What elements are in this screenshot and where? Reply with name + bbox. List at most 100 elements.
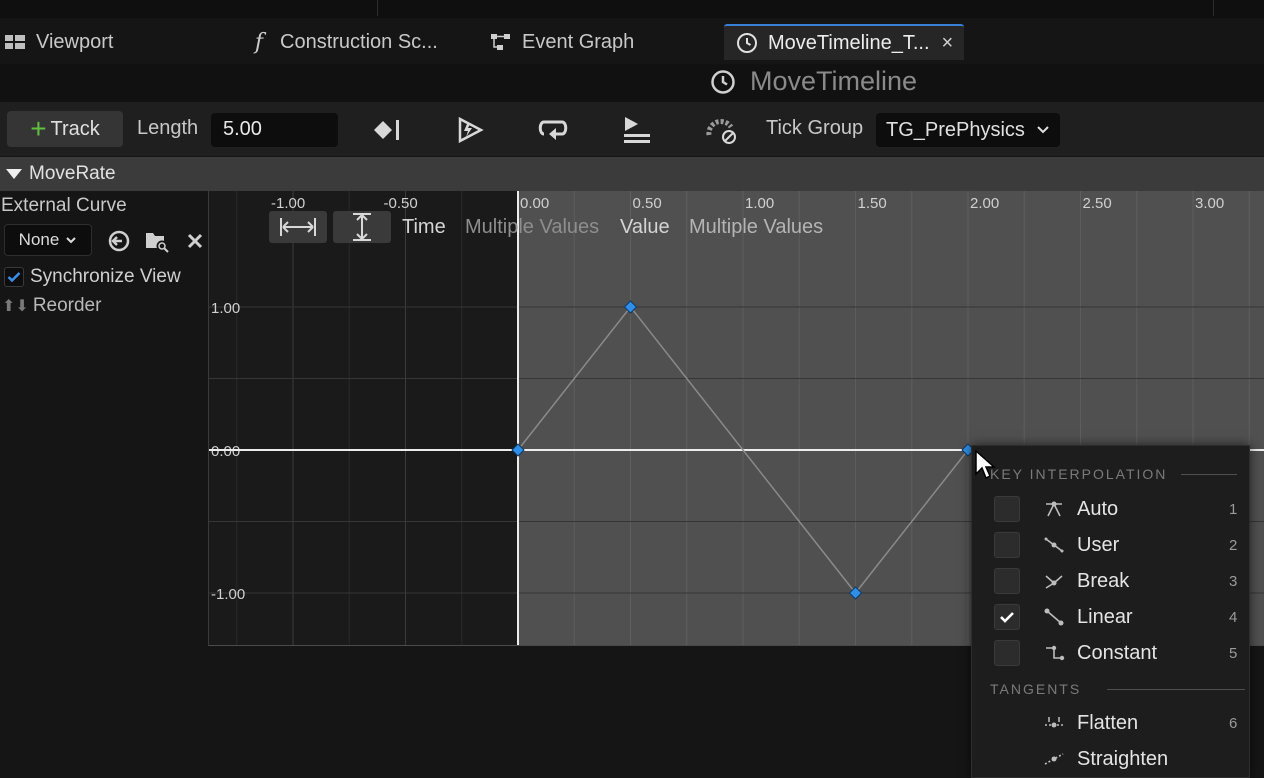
use-last-keyframe-button[interactable]	[366, 113, 406, 147]
external-curve-label: External Curve	[1, 195, 127, 216]
menu-item-break[interactable]: Break 3	[972, 563, 1251, 599]
key-interpolation-header-text: KEY INTERPOLATION	[990, 466, 1168, 482]
break-interp-icon	[1042, 569, 1066, 593]
browse-curve-button[interactable]	[144, 228, 170, 254]
y-tick-label: -1.00	[211, 586, 245, 603]
menu-item-straighten[interactable]: Straighten	[972, 741, 1251, 777]
x-tick-label: -1.00	[271, 195, 305, 212]
tangents-header-text: TANGENTS	[990, 681, 1082, 697]
x-tick-label: 1.00	[745, 195, 774, 212]
user-interp-icon	[1042, 533, 1066, 557]
time-value-readout[interactable]: Multiple Values	[465, 216, 599, 238]
close-tab-icon[interactable]: ×	[942, 32, 954, 55]
arrow-up-icon[interactable]: ⬆	[2, 296, 15, 316]
x-tick-label: 2.00	[970, 195, 999, 212]
use-selected-curve-button[interactable]	[106, 228, 132, 254]
tangents-header: TANGENTS	[990, 681, 1246, 697]
straighten-tangent-icon	[1042, 747, 1066, 771]
track-header[interactable]: MoveRate	[0, 157, 1264, 191]
menu-item-label: Flatten	[1077, 711, 1139, 734]
add-track-label: Track	[50, 117, 100, 140]
x-tick-label: 0.50	[633, 195, 662, 212]
track-options-panel: External Curve None Synchronize View ⬆ ⬇…	[0, 191, 208, 778]
fit-vertical-button[interactable]	[333, 211, 391, 243]
shortcut-key: 2	[1229, 536, 1238, 554]
auto-checkbox[interactable]	[994, 496, 1020, 522]
checkmark-icon	[999, 610, 1015, 624]
tab-movetimeline[interactable]: MoveTimeline_T... ×	[724, 24, 964, 60]
menu-item-linear[interactable]: Linear 4	[972, 599, 1251, 635]
replicated-icon	[624, 117, 650, 143]
length-input[interactable]: 5.00	[211, 113, 338, 147]
checkmark-icon	[7, 272, 21, 283]
browse-folder-icon	[146, 233, 169, 253]
tab-viewport[interactable]: Viewport	[4, 24, 113, 60]
ignore-time-dilation-button[interactable]	[702, 113, 742, 147]
synchronize-view-checkbox[interactable]	[4, 267, 24, 287]
break-checkbox[interactable]	[994, 568, 1020, 594]
tab-event-graph[interactable]: Event Graph	[490, 24, 634, 60]
loop-icon	[538, 120, 568, 140]
menu-item-constant[interactable]: Constant 5	[972, 635, 1251, 671]
timeline-title-bar: MoveTimeline	[0, 64, 1264, 102]
top-menu-strip	[0, 0, 1264, 18]
shortcut-key: 1	[1229, 500, 1238, 518]
y-tick-label: 0.00	[211, 443, 240, 460]
mouse-cursor-icon	[975, 449, 996, 480]
shortcut-key: 6	[1229, 714, 1238, 732]
linear-checkbox[interactable]	[994, 604, 1020, 630]
external-curve-dropdown[interactable]: None	[4, 224, 92, 256]
header-divider	[1107, 688, 1246, 690]
menu-item-label: User	[1077, 533, 1120, 556]
user-checkbox[interactable]	[994, 532, 1020, 558]
function-icon: f	[254, 29, 264, 55]
menu-item-label: Linear	[1077, 605, 1133, 628]
x-tick-label: -0.50	[384, 195, 418, 212]
loop-button[interactable]	[533, 113, 573, 147]
chevron-down-icon	[66, 236, 77, 243]
autoplay-button[interactable]	[450, 113, 490, 147]
menu-item-label: Auto	[1077, 497, 1119, 520]
replicated-button[interactable]	[617, 113, 657, 147]
tab-label: Construction Sc...	[280, 30, 438, 53]
clock-icon	[710, 69, 736, 95]
menu-item-label: Constant	[1077, 641, 1158, 664]
reorder-control[interactable]: ⬆ ⬇ Reorder	[2, 295, 101, 317]
synchronize-view-label: Synchronize View	[30, 266, 181, 287]
menu-item-user[interactable]: User 2	[972, 527, 1251, 563]
external-curve-value: None	[18, 230, 60, 249]
menu-item-auto[interactable]: Auto 1	[972, 491, 1251, 527]
linear-interp-icon	[1042, 605, 1066, 629]
constant-checkbox[interactable]	[994, 640, 1020, 666]
menu-item-flatten[interactable]: Flatten 6	[972, 705, 1251, 741]
header-divider	[1181, 473, 1238, 475]
add-track-button[interactable]: + Track	[7, 111, 123, 147]
length-label: Length	[137, 117, 199, 139]
collapse-triangle-icon[interactable]	[6, 169, 22, 179]
autoplay-icon	[458, 116, 484, 144]
x-tick-label: 1.50	[858, 195, 887, 212]
fit-horizontal-button[interactable]	[269, 211, 327, 243]
timeline-title-text: MoveTimeline	[750, 66, 918, 96]
clock-icon	[736, 32, 758, 54]
value-readout[interactable]: Multiple Values	[689, 216, 823, 238]
clear-curve-button[interactable]	[182, 228, 208, 254]
top-strip-segment	[0, 0, 378, 16]
shortcut-key: 4	[1229, 608, 1238, 626]
x-tick-label: 3.00	[1195, 195, 1224, 212]
tick-group-dropdown[interactable]: TG_PrePhysics	[876, 113, 1060, 147]
x-tick-label: 0.00	[520, 195, 549, 212]
tab-label: Event Graph	[522, 30, 635, 53]
shortcut-key: 5	[1229, 644, 1238, 662]
tab-construction-script[interactable]: f Construction Sc...	[248, 24, 438, 60]
timeline-title: MoveTimeline	[710, 66, 917, 97]
shortcut-key: 3	[1229, 572, 1238, 590]
top-strip-segment	[378, 0, 1214, 16]
event-graph-icon	[490, 31, 512, 53]
key-context-menu: KEY INTERPOLATION Auto 1 User 2 Break 3 Linear…	[971, 445, 1250, 778]
arrow-down-icon[interactable]: ⬇	[15, 296, 28, 316]
track-name: MoveRate	[29, 163, 116, 184]
y-tick-label: 1.00	[211, 300, 240, 317]
chevron-down-icon	[1036, 125, 1050, 135]
constant-interp-icon	[1042, 641, 1066, 665]
